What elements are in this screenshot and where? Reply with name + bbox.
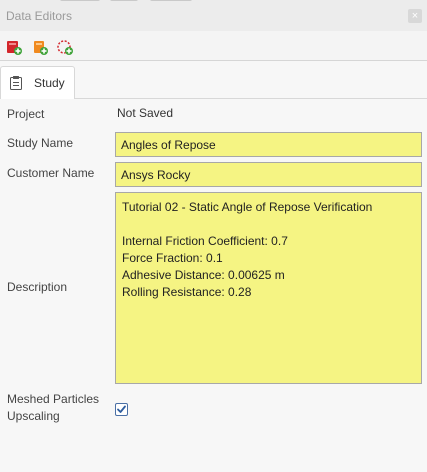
customer-name-label: Customer Name <box>7 166 95 180</box>
tab-label: Study <box>34 76 65 90</box>
description-line: Rolling Resistance: 0.28 <box>122 285 252 299</box>
add-study-icon[interactable] <box>31 38 49 56</box>
description-line: Adhesive Distance: 0.00625 m <box>122 268 285 282</box>
checkmark-icon <box>117 405 126 413</box>
tab-strip: Study <box>0 61 427 99</box>
close-icon[interactable]: × <box>408 9 422 23</box>
study-name-value: Angles of Repose <box>121 138 216 152</box>
clipboard-icon <box>10 76 22 90</box>
description-line: Force Fraction: 0.1 <box>122 251 223 265</box>
description-field[interactable]: Tutorial 02 - Static Angle of Repose Ver… <box>115 192 422 384</box>
project-label: Project <box>7 107 45 121</box>
study-name-field[interactable]: Angles of Repose <box>115 132 422 157</box>
customer-name-value: Ansys Rocky <box>121 168 191 182</box>
panel-bottom <box>0 459 427 472</box>
meshed-particles-upscaling-checkbox[interactable] <box>115 403 128 416</box>
description-line: Tutorial 02 - Static Angle of Repose Ver… <box>122 200 373 214</box>
remove-study-icon[interactable] <box>5 38 23 56</box>
description-line: Internal Friction Coefficient: 0.7 <box>122 234 288 248</box>
study-name-label: Study Name <box>7 136 74 150</box>
description-label: Description <box>7 280 68 294</box>
window-title: Data Editors <box>6 9 73 23</box>
new-study-icon[interactable] <box>56 38 74 56</box>
tab-study[interactable]: Study <box>0 66 75 99</box>
meshed-particles-upscaling-label: Meshed Particles <box>7 392 100 406</box>
customer-name-field[interactable]: Ansys Rocky <box>115 162 422 187</box>
project-value: Not Saved <box>117 106 174 120</box>
toolbar <box>0 31 427 61</box>
meshed-particles-upscaling-label-line2: Upscaling <box>7 409 60 423</box>
window-titlebar: Data Editors × <box>0 3 427 31</box>
